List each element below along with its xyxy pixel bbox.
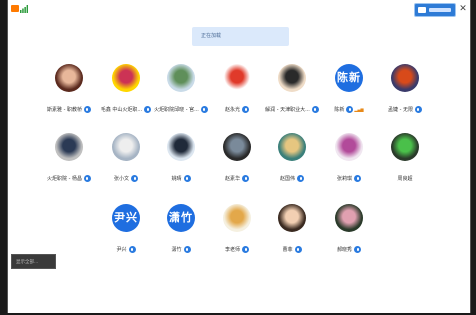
- avatar: [55, 64, 83, 92]
- participant-tile[interactable]: 潇竹 潇竹: [150, 204, 212, 262]
- participant-name: 斯素雅 - 职教桥: [47, 107, 82, 113]
- avatar: [55, 133, 83, 161]
- participant-name: 火炬职院邱晓 - 官...: [154, 107, 199, 113]
- participant-tile[interactable]: 孟婕 - 无限: [374, 64, 436, 122]
- microphone-icon[interactable]: [128, 246, 136, 253]
- participant-name-line: 周良超: [374, 168, 436, 182]
- participant-name-line: 张莉琪: [318, 168, 380, 182]
- participant-tile[interactable]: 火炬职院 - 杨昌: [38, 133, 100, 191]
- participant-tile[interactable]: 火炬职院邱晓 - 官...: [150, 64, 212, 122]
- participant-name: 陈新: [334, 107, 345, 113]
- participant-name: 曹菲: [282, 247, 293, 253]
- participant-name-line: 郝晓秀: [318, 239, 380, 253]
- participant-name: 郝晓秀: [336, 247, 352, 253]
- meeting-window: ✕ 正在加载 斯素雅 - 职教桥 毛鑫 中山火炬职... 火炬职院邱晓 - 官...…: [7, 0, 471, 313]
- participant-name-line: 毛鑫 中山火炬职...: [95, 99, 157, 113]
- avatar: [223, 133, 251, 161]
- participant-name: 毛鑫 中山火炬职...: [100, 107, 143, 113]
- participant-name-line: 李老师: [206, 239, 268, 253]
- avatar: 潇竹: [167, 204, 195, 232]
- participant-tile[interactable]: 赵素华: [206, 133, 268, 191]
- microphone-icon[interactable]: [346, 106, 354, 113]
- microphone-icon[interactable]: [294, 246, 302, 253]
- microphone-icon[interactable]: [297, 175, 304, 182]
- avatar: [167, 133, 195, 161]
- avatar: [223, 64, 251, 92]
- avatar: 陈新: [335, 64, 363, 92]
- participant-tile[interactable]: 李老师: [206, 204, 268, 262]
- participant-name: 张莉琪: [336, 176, 352, 182]
- participant-tile[interactable]: 斯素雅 - 职教桥: [38, 64, 100, 122]
- avatar: [278, 64, 306, 92]
- avatar: [112, 133, 140, 161]
- participant-name: 赵永光: [224, 107, 240, 113]
- participant-tile[interactable]: 姚晴: [150, 133, 212, 191]
- avatar: [335, 133, 363, 161]
- avatar: [278, 204, 306, 232]
- participant-name-line: 解润 - 天津职业大...: [261, 99, 323, 113]
- microphone-icon[interactable]: [354, 175, 361, 182]
- participant-name-line: 火炬职院邱晓 - 官...: [150, 99, 212, 113]
- microphone-icon[interactable]: [414, 106, 422, 113]
- participant-name: 尹兴: [116, 247, 127, 253]
- avatar: [223, 204, 251, 232]
- participant-name-line: 斯素雅 - 职教桥: [38, 99, 100, 113]
- participant-tile[interactable]: 赵国伟: [261, 133, 323, 191]
- participant-tile[interactable]: 赵永光: [206, 64, 268, 122]
- participant-name-line: 潇竹: [150, 239, 212, 253]
- participant-tile[interactable]: 解润 - 天津职业大...: [261, 64, 323, 122]
- participant-tile[interactable]: 毛鑫 中山火炬职...: [95, 64, 157, 122]
- participant-tile[interactable]: 张莉琪: [318, 133, 380, 191]
- signal-strength-icon: ▂▄▆: [354, 107, 364, 112]
- participant-tile[interactable]: 周良超: [374, 133, 436, 191]
- participant-name: 孟婕 - 无限: [388, 107, 413, 113]
- avatar: [278, 133, 306, 161]
- avatar: [112, 64, 140, 92]
- microphone-icon[interactable]: [183, 175, 191, 182]
- microphone-icon[interactable]: [242, 246, 249, 253]
- avatar: [335, 204, 363, 232]
- microphone-icon[interactable]: [242, 175, 249, 182]
- participant-name-line: 赵素华: [206, 168, 268, 182]
- avatar: [167, 64, 195, 92]
- participant-tile[interactable]: 张小文: [95, 133, 157, 191]
- participant-name-line: 赵国伟: [261, 168, 323, 182]
- participant-tile[interactable]: 郝晓秀: [318, 204, 380, 262]
- participant-name-line: 尹兴: [95, 239, 157, 253]
- participant-name: 周良超: [397, 176, 413, 182]
- avatar: [391, 64, 419, 92]
- participant-name: 赵国伟: [279, 176, 295, 182]
- participant-name: 潇竹: [171, 247, 182, 253]
- microphone-icon[interactable]: [183, 246, 191, 253]
- microphone-icon[interactable]: [354, 246, 361, 253]
- avatar: [391, 133, 419, 161]
- participant-name: 姚晴: [171, 176, 182, 182]
- participant-name: 解润 - 天津职业大...: [265, 107, 310, 113]
- avatar: 尹兴: [112, 204, 140, 232]
- participant-name-line: 张小文: [95, 168, 157, 182]
- participant-name: 张小文: [113, 176, 129, 182]
- microphone-icon[interactable]: [83, 106, 91, 113]
- participant-name-line: 姚晴: [150, 168, 212, 182]
- microphone-icon[interactable]: [83, 175, 91, 182]
- participant-name-line: 孟婕 - 无限: [374, 99, 436, 113]
- participant-name-line: 曹菲: [261, 239, 323, 253]
- microphone-icon[interactable]: [131, 175, 138, 182]
- participant-tile[interactable]: 曹菲: [261, 204, 323, 262]
- participant-name-line: 火炬职院 - 杨昌: [38, 168, 100, 182]
- participant-name-line: 陈新 ▂▄▆: [318, 99, 380, 113]
- participant-tile[interactable]: 陈新 陈新 ▂▄▆: [318, 64, 380, 122]
- participant-name-line: 赵永光: [206, 99, 268, 113]
- participant-name: 赵素华: [224, 176, 240, 182]
- participant-grid: 斯素雅 - 职教桥 毛鑫 中山火炬职... 火炬职院邱晓 - 官... 赵永光 解润 -…: [8, 0, 470, 313]
- microphone-icon[interactable]: [242, 106, 249, 113]
- participant-tile[interactable]: 尹兴 尹兴: [95, 204, 157, 262]
- participant-name: 李老师: [224, 247, 240, 253]
- show-all-button[interactable]: 显示全部...: [11, 254, 56, 269]
- participant-name: 火炬职院 - 杨昌: [47, 176, 82, 182]
